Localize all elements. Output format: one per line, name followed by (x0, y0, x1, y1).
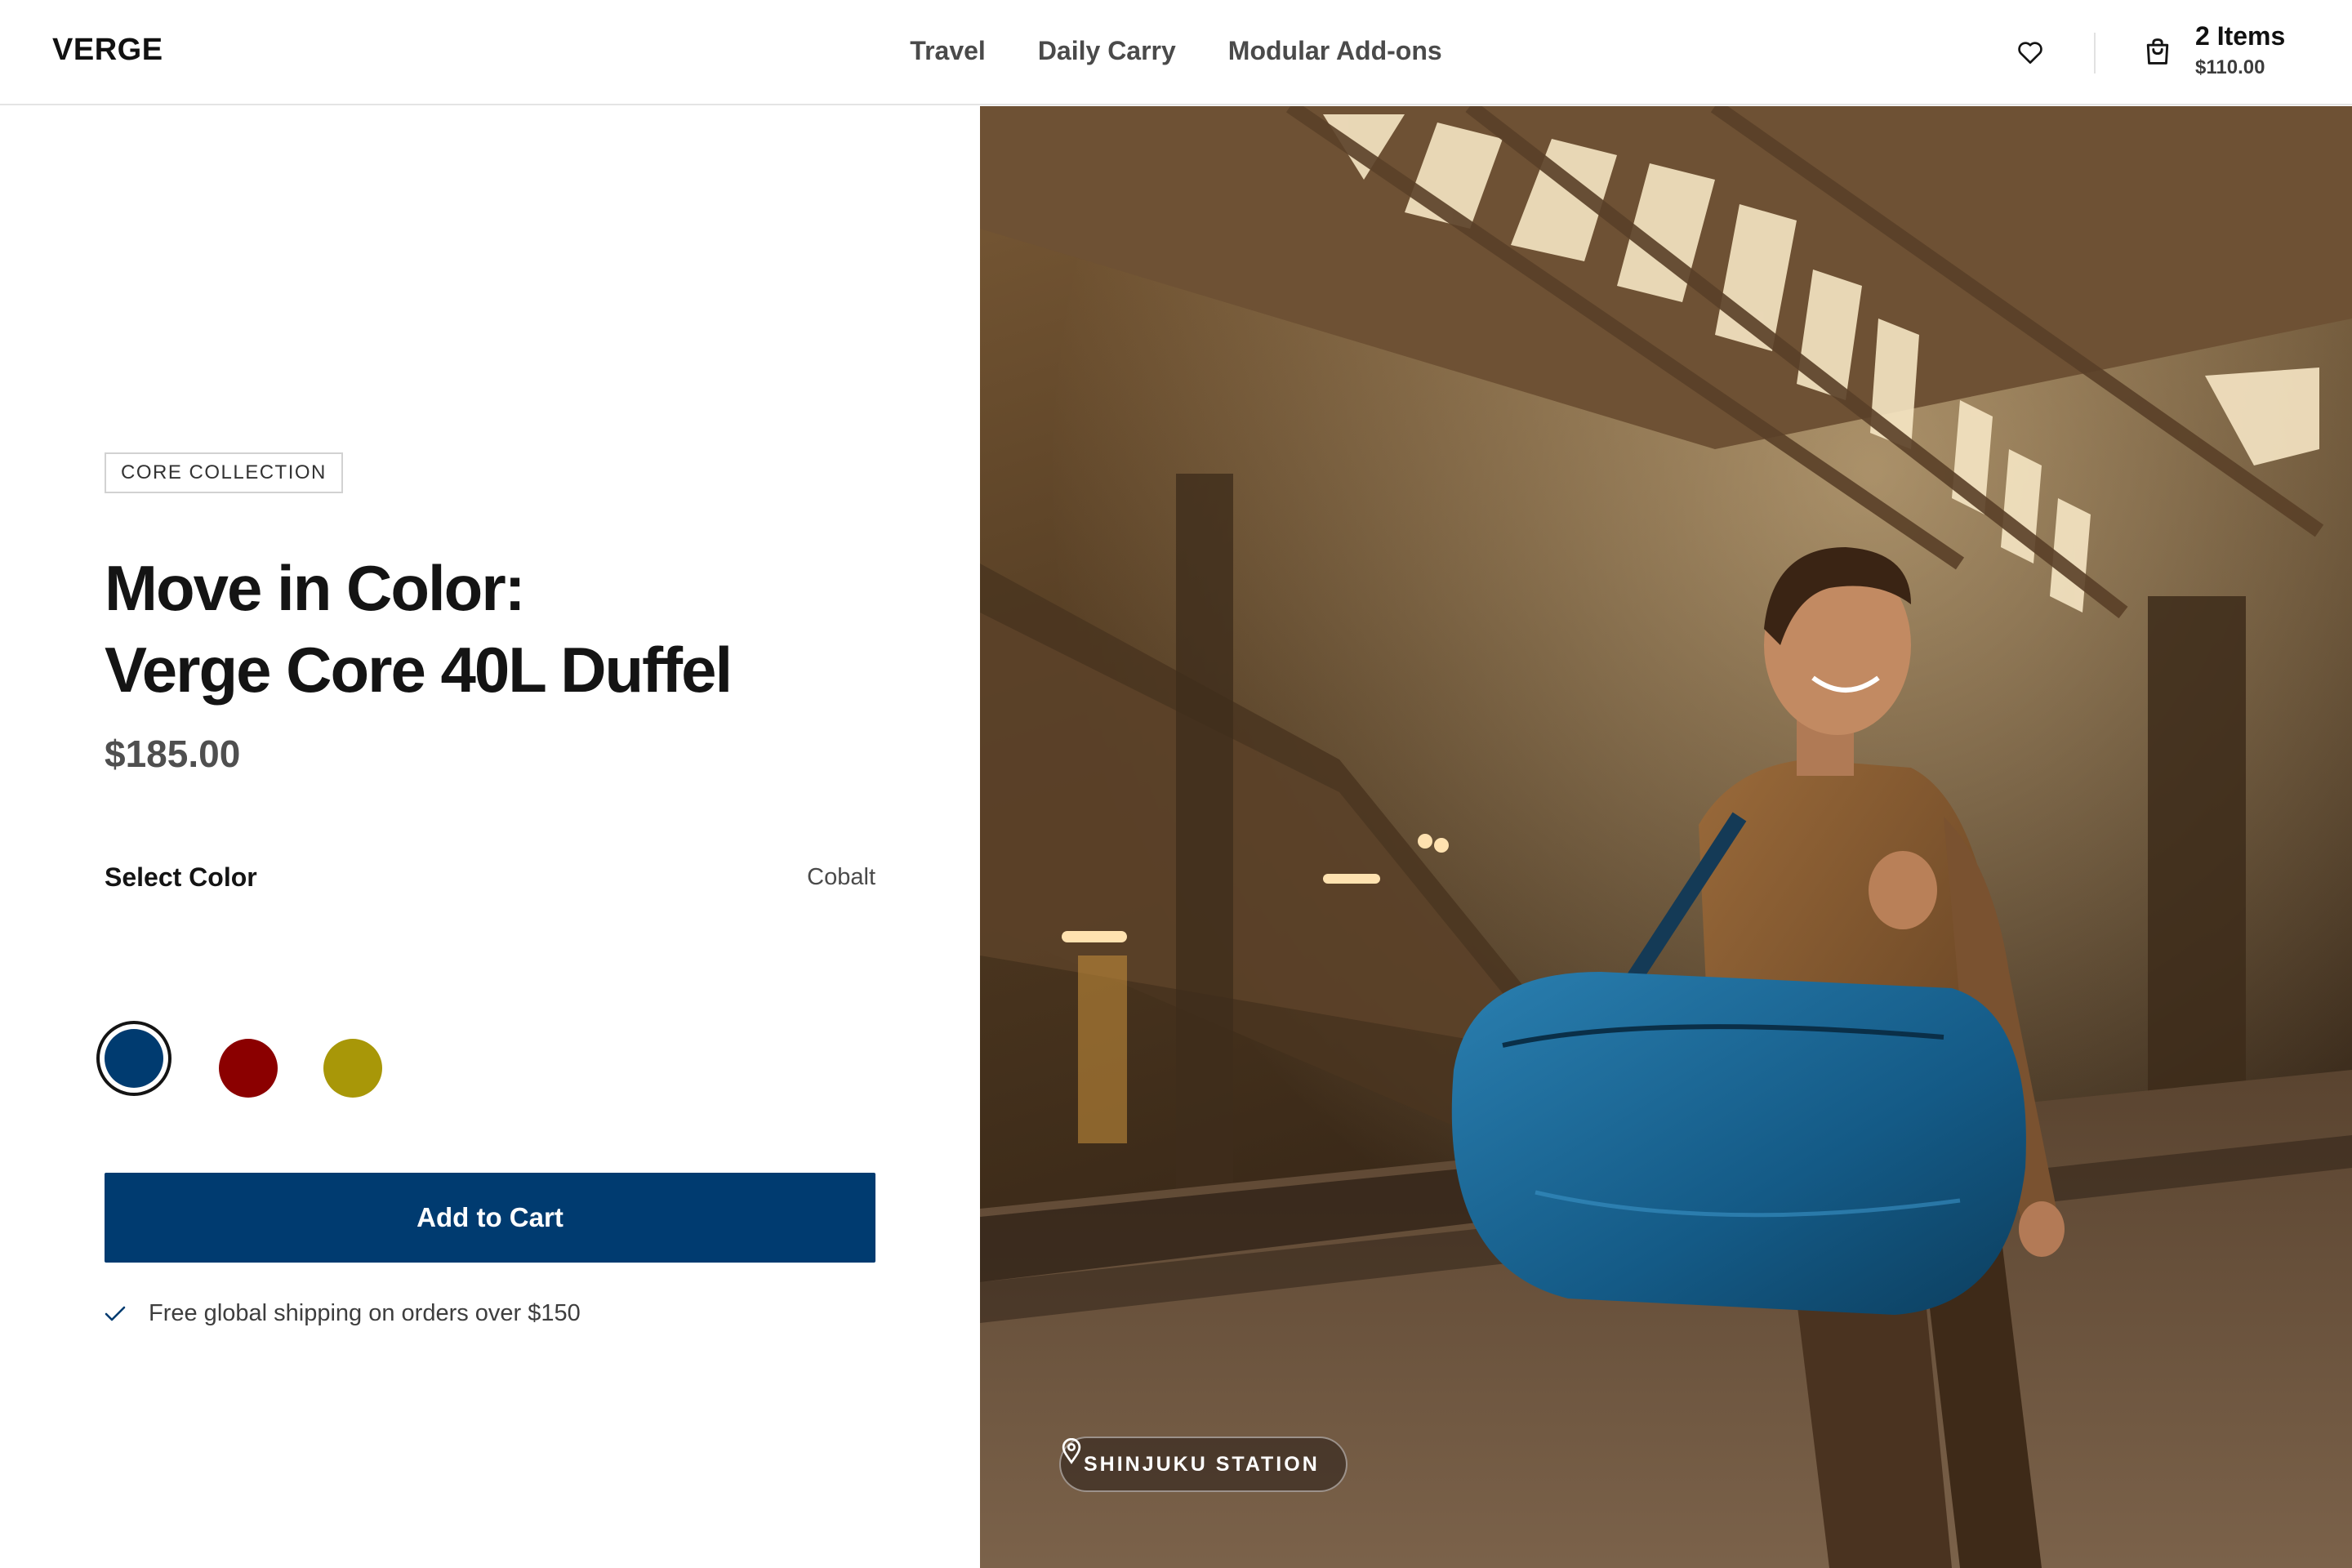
color-label: Select Color (105, 862, 257, 892)
swatch-cobalt[interactable] (105, 1029, 163, 1088)
title-line-1: Move in Color: (105, 552, 526, 624)
cart-summary: 2 Items $110.00 (2195, 20, 2285, 83)
main-nav: Travel Daily Carry Modular Add-ons (0, 36, 2352, 66)
brand-logo[interactable]: VERGE (52, 33, 163, 68)
checkmark-icon (105, 1306, 126, 1321)
shopping-bag-icon (2146, 38, 2169, 65)
cart-count: 2 Items (2195, 21, 2286, 51)
heart-icon (2018, 42, 2042, 64)
hero-photo: SHINJUKU STATION (980, 106, 2352, 1568)
selected-color-name: Cobalt (807, 864, 875, 890)
wishlist-button[interactable] (2014, 36, 2047, 69)
shipping-note: Free global shipping on orders over $150 (105, 1300, 581, 1327)
station-scene (980, 106, 2352, 1568)
product-title: Move in Color: Verge Core 40L Duffel (105, 547, 921, 710)
cart-total: $110.00 (2195, 56, 2265, 78)
location-badge: SHINJUKU STATION (1059, 1437, 1348, 1492)
add-to-cart-button[interactable]: Add to Cart (105, 1173, 875, 1263)
swatch-mustard[interactable] (323, 1039, 382, 1098)
product-price: $185.00 (105, 733, 241, 775)
title-line-2: Verge Core 40L Duffel (105, 634, 733, 706)
map-pin-icon (1062, 1438, 1081, 1464)
location-text: SHINJUKU STATION (1084, 1452, 1320, 1476)
collection-tag: CORE COLLECTION (105, 452, 343, 493)
nav-item-daily-carry[interactable]: Daily Carry (1038, 36, 1176, 66)
nav-item-travel[interactable]: Travel (910, 36, 986, 66)
cart-button[interactable]: 2 Items $110.00 (2145, 20, 2285, 88)
shipping-text: Free global shipping on orders over $150 (149, 1300, 581, 1326)
swatch-red[interactable] (219, 1039, 278, 1098)
product-panel: CORE COLLECTION Move in Color: Verge Cor… (0, 106, 980, 1568)
nav-item-modular-add-ons[interactable]: Modular Add-ons (1228, 36, 1442, 66)
site-header: VERGE Travel Daily Carry Modular Add-ons… (0, 0, 2352, 105)
header-divider (2094, 33, 2096, 74)
